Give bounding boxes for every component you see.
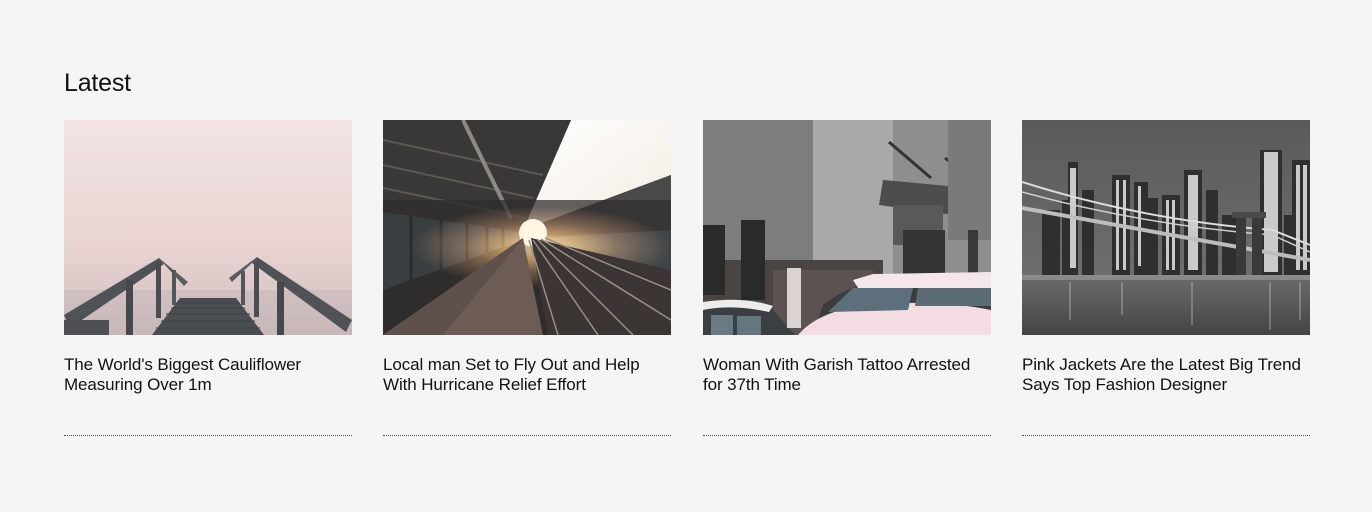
train-station-platform-image <box>383 120 671 335</box>
article-list: The World's Biggest Cauliflower Measurin… <box>64 120 1310 440</box>
article-title[interactable]: Woman With Garish Tattoo Arrested for 37… <box>703 355 991 395</box>
article-image[interactable] <box>703 120 991 335</box>
article-card[interactable]: Pink Jackets Are the Latest Big Trend Sa… <box>1022 120 1310 436</box>
article-title[interactable]: Local man Set to Fly Out and Help With H… <box>383 355 671 395</box>
snowy-car-building-image <box>703 120 991 335</box>
city-bridge-night-image <box>1022 120 1310 335</box>
article-card[interactable]: Local man Set to Fly Out and Help With H… <box>383 120 671 436</box>
article-image[interactable] <box>64 120 352 335</box>
section-title: Latest <box>64 69 131 97</box>
article-image[interactable] <box>1022 120 1310 335</box>
divider <box>703 435 991 436</box>
divider <box>64 435 352 436</box>
divider <box>1022 435 1310 436</box>
article-card[interactable]: Woman With Garish Tattoo Arrested for 37… <box>703 120 991 436</box>
article-image[interactable] <box>383 120 671 335</box>
divider <box>383 435 671 436</box>
article-title[interactable]: The World's Biggest Cauliflower Measurin… <box>64 355 352 395</box>
article-title[interactable]: Pink Jackets Are the Latest Big Trend Sa… <box>1022 355 1310 395</box>
article-card[interactable]: The World's Biggest Cauliflower Measurin… <box>64 120 352 436</box>
foggy-pier-staircase-image <box>64 120 352 335</box>
